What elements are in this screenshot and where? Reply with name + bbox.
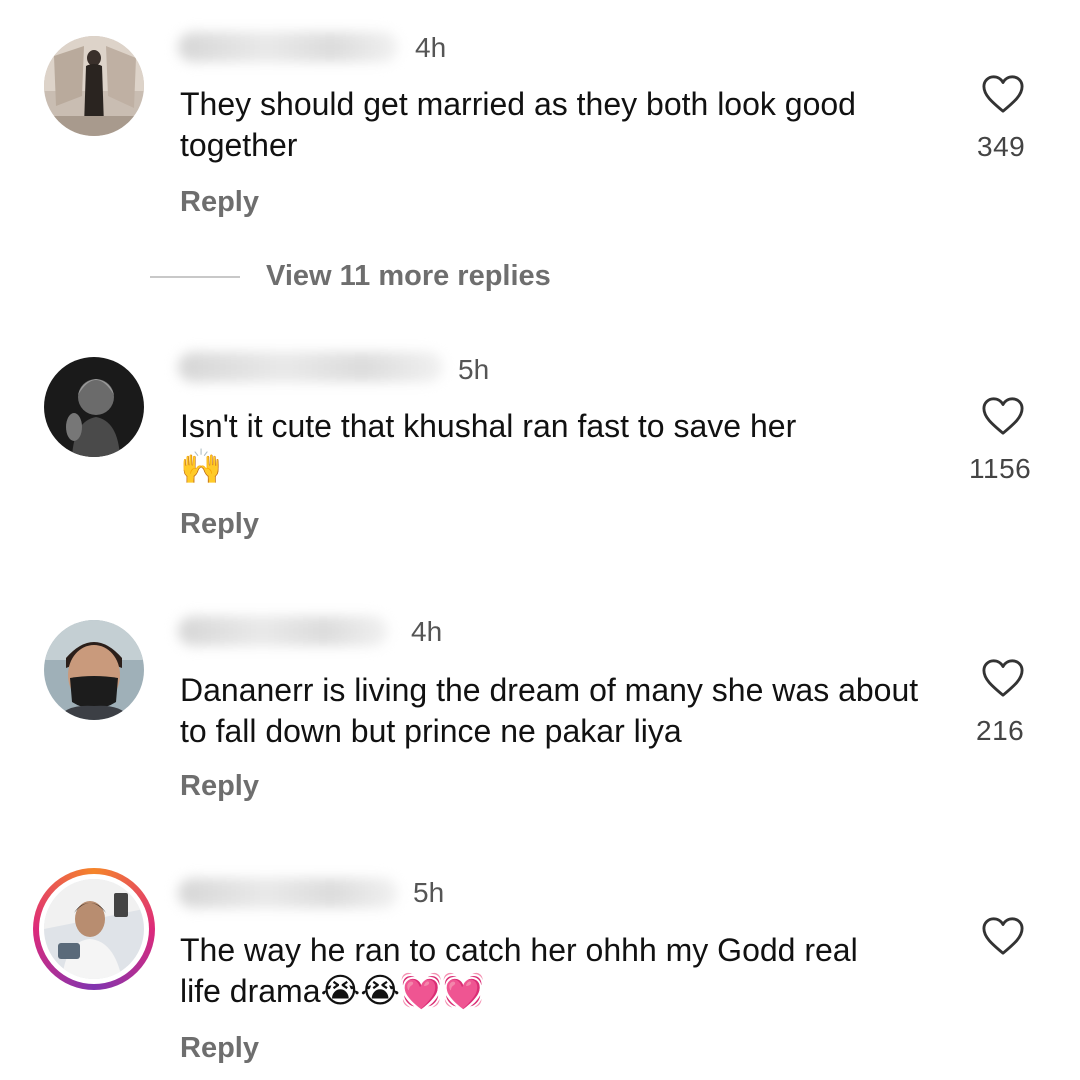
comment-text: They should get married as they both loo… [180,86,856,163]
like-count: 216 [976,715,1025,746]
like-count: 1156 [969,453,1032,484]
heart-outline-icon[interactable] [980,915,1026,957]
username-blurred[interactable] [178,32,398,62]
commenter-avatar[interactable] [44,620,144,720]
comment-time: 5h [413,877,445,908]
reply-button[interactable]: Reply [180,508,259,541]
username-blurred[interactable] [178,352,443,382]
crying-and-heart-emojis: 😭😭💓💓 [320,971,485,1011]
username-blurred[interactable] [178,616,388,646]
divider-line [150,275,240,278]
comment-time: 4h [415,32,447,63]
commenter-avatar[interactable] [44,357,144,457]
reply-button[interactable]: Reply [180,770,259,803]
view-more-replies-button[interactable]: View 11 more replies [150,260,551,293]
comment-text: Dananerr is living the dream of many she… [180,672,919,749]
commenter-avatar-image [44,879,144,979]
comment-time: 5h [458,354,490,385]
commenter-avatar-story-ring[interactable] [33,868,155,990]
username-blurred[interactable] [178,878,398,908]
comments-list: 4h They should get married as they both … [0,0,1080,1080]
comment-text: The way he ran to catch her ohhh my Godd… [180,930,880,1012]
comment-text: Isn't it cute that khushal ran fast to s… [180,406,940,488]
heart-outline-icon[interactable] [980,657,1026,699]
view-more-replies-label[interactable]: View 11 more replies [266,260,551,293]
like-count: 349 [977,131,1026,162]
comment-time: 4h [411,616,443,647]
reply-button[interactable]: Reply [180,186,259,219]
commenter-avatar[interactable] [44,36,144,136]
comment-text-body: Isn't it cute that khushal ran fast to s… [180,408,797,444]
heart-outline-icon[interactable] [980,73,1026,115]
heart-outline-icon[interactable] [980,395,1026,437]
comment-text-body: The way he ran to catch her ohhh my Godd… [180,932,858,1009]
raising-hands-emoji: 🙌 [180,447,223,487]
reply-button[interactable]: Reply [180,1032,259,1065]
